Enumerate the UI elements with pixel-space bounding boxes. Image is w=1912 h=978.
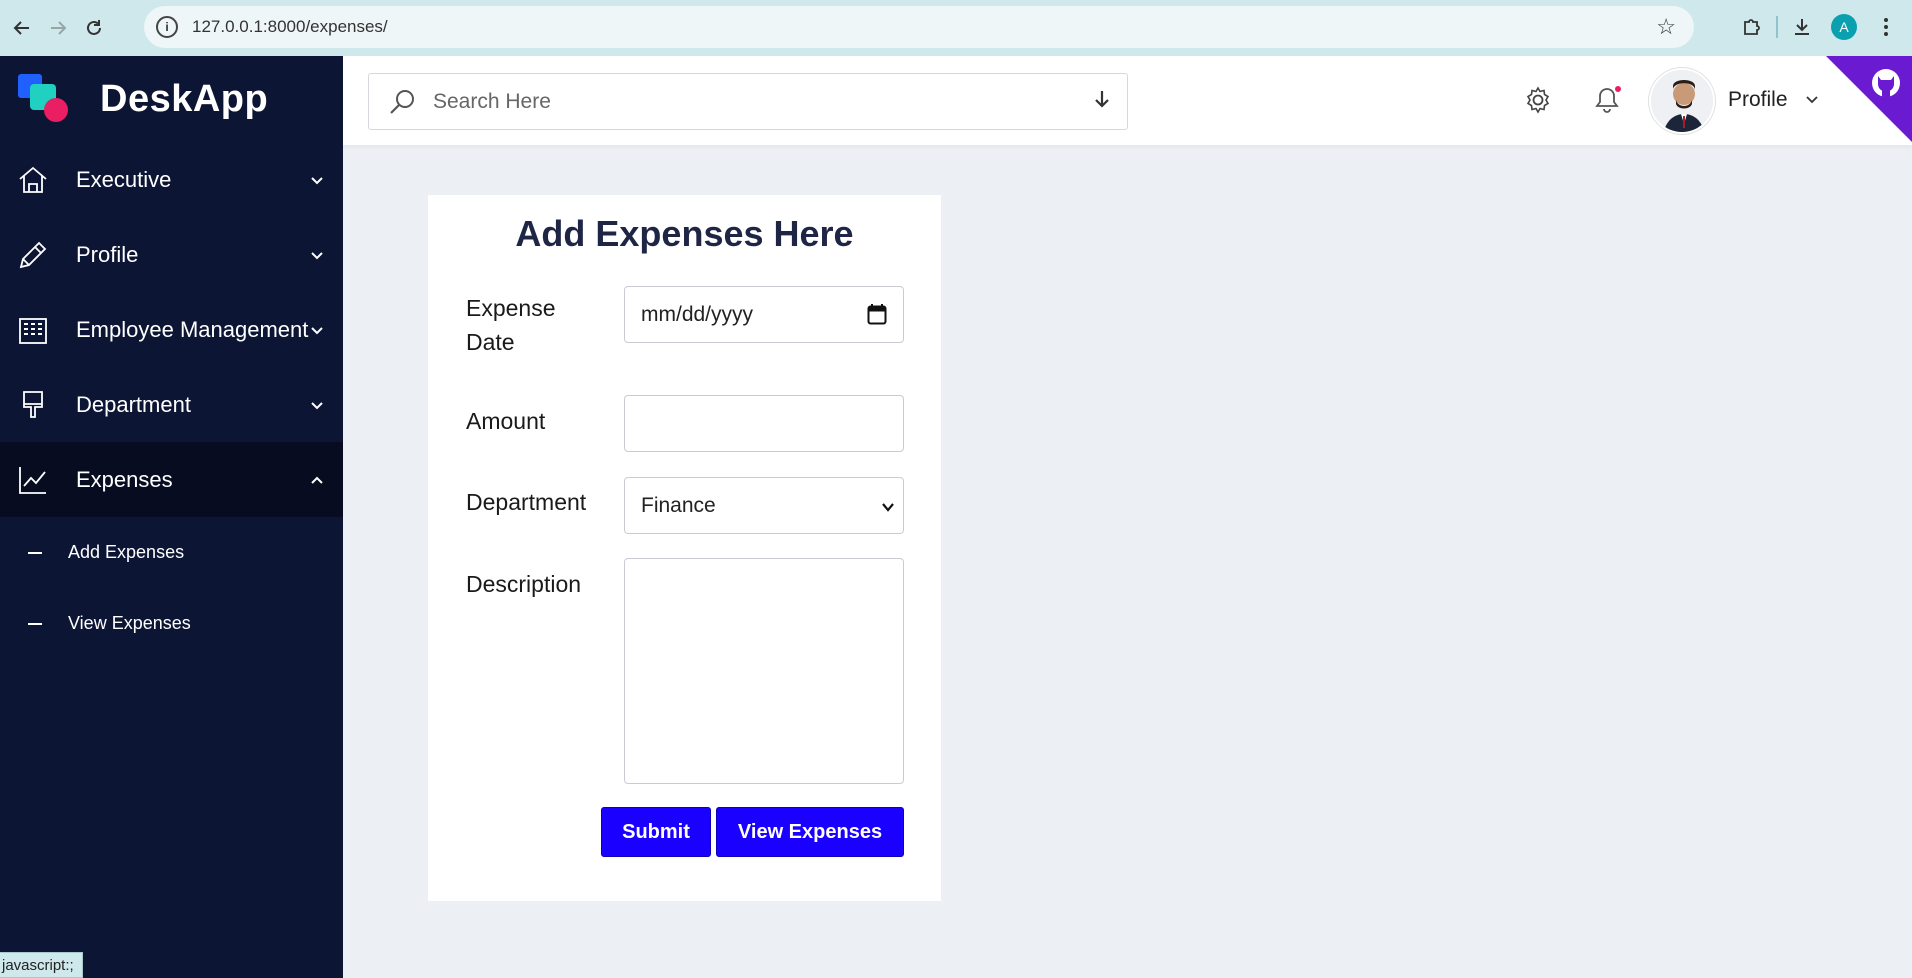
home-icon [16, 163, 50, 197]
submit-button[interactable]: Submit [601, 807, 711, 857]
sidebar-item-label: Employee Management [76, 316, 309, 342]
bookmark-star-icon[interactable]: ☆ [1656, 14, 1676, 40]
browser-menu-icon[interactable] [1868, 9, 1904, 45]
amount-label: Amount [466, 408, 546, 434]
submenu-item-view-expenses[interactable]: View Expenses [0, 588, 343, 659]
paint-brush-icon [16, 388, 50, 422]
search-input[interactable] [433, 89, 1053, 114]
toolbar-divider [1776, 16, 1778, 38]
search-box[interactable] [368, 73, 1128, 130]
expense-date-field[interactable]: mm/dd/yyyy [624, 286, 904, 343]
dash-icon [28, 551, 42, 554]
chart-line-icon [16, 463, 50, 497]
sidebar-item-executive[interactable]: Executive [0, 142, 343, 217]
sidebar-item-department[interactable]: Department [0, 367, 343, 442]
date-placeholder: mm/dd/yyyy [641, 302, 754, 326]
notification-dot [1615, 86, 1621, 92]
sidebar-item-employee-management[interactable]: Employee Management [0, 292, 343, 367]
chevron-down-icon [882, 503, 894, 512]
pencil-icon [16, 238, 50, 272]
add-expense-form: Add Expenses Here Expense Date mm/dd/yyy… [428, 195, 941, 901]
chevron-down-icon [311, 326, 323, 334]
description-label: Description [466, 571, 582, 597]
submenu-item-label: Add Expenses [68, 542, 185, 562]
back-icon[interactable] [4, 10, 40, 46]
browser-profile-avatar[interactable]: A [1826, 9, 1862, 45]
chevron-down-icon[interactable] [1805, 92, 1819, 106]
sidebar-item-label: Department [76, 391, 191, 417]
forward-icon[interactable] [40, 10, 76, 46]
sidebar-item-label: Executive [76, 166, 172, 192]
form-title: Add Expenses Here [515, 213, 854, 254]
url-text: 127.0.0.1:8000/expenses/ [192, 17, 388, 36]
calendar-icon[interactable] [867, 303, 887, 325]
sidebar-item-expenses[interactable]: Expenses [0, 442, 343, 517]
sidebar-item-profile[interactable]: Profile [0, 217, 343, 292]
view-expenses-button[interactable]: View Expenses [716, 807, 904, 857]
department-selected: Finance [641, 493, 716, 517]
submenu-item-add-expenses[interactable]: Add Expenses [0, 517, 343, 588]
sidebar: DeskApp Executive Profile Employee Manag… [0, 56, 343, 978]
chevron-down-icon [311, 176, 323, 184]
department-select[interactable]: Finance [624, 477, 904, 534]
sidebar-item-label: Profile [76, 241, 139, 267]
gear-icon[interactable] [1522, 84, 1554, 116]
dash-icon [28, 622, 42, 625]
download-icon[interactable] [1784, 9, 1820, 45]
chevron-up-icon [311, 476, 323, 484]
github-corner-icon[interactable] [1826, 56, 1912, 142]
submenu-item-label: View Expenses [68, 613, 191, 633]
status-bar-link: javascript:; [0, 952, 83, 978]
profile-label[interactable]: Profile [1728, 88, 1788, 112]
search-icon [390, 89, 414, 114]
brand[interactable]: DeskApp [0, 56, 343, 142]
reload-icon[interactable] [76, 10, 112, 46]
avatar[interactable] [1649, 68, 1715, 134]
chevron-down-icon [311, 251, 323, 259]
bell-icon[interactable] [1591, 84, 1623, 116]
browser-toolbar: i 127.0.0.1:8000/expenses/ ☆ A [0, 0, 1912, 56]
department-label: Department [466, 489, 587, 515]
brand-name: DeskApp [100, 77, 269, 120]
building-icon [16, 313, 50, 347]
top-header: Profile [343, 56, 1912, 145]
brand-logo [18, 74, 68, 124]
address-bar[interactable]: i 127.0.0.1:8000/expenses/ ☆ [144, 6, 1694, 48]
site-info-icon[interactable]: i [156, 16, 178, 38]
extensions-icon[interactable] [1734, 9, 1770, 45]
arrow-down-icon[interactable] [1093, 89, 1111, 115]
expense-date-label: Expense Date [466, 295, 556, 355]
chevron-down-icon [311, 401, 323, 409]
amount-field[interactable] [624, 395, 904, 452]
description-textarea[interactable] [624, 558, 904, 784]
sidebar-item-label: Expenses [76, 466, 173, 492]
